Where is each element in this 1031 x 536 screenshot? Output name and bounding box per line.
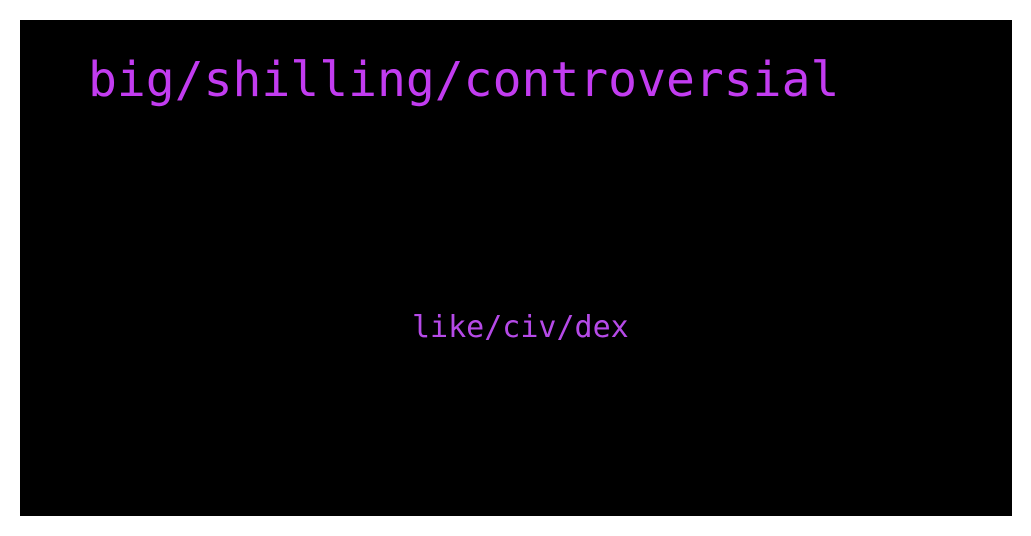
subline-text: like/civ/dex	[412, 310, 629, 345]
slide-canvas: big/shilling/controversial like/civ/dex	[20, 20, 1012, 516]
headline-text: big/shilling/controversial	[88, 52, 840, 108]
